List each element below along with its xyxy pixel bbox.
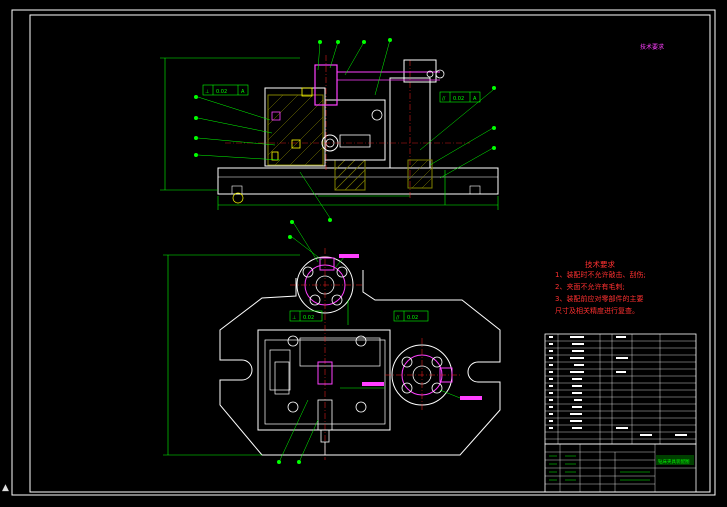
cursor-icon: ▲ xyxy=(2,483,9,493)
gdt-1-value: 0.02 xyxy=(216,89,227,95)
parts-list-table xyxy=(544,333,697,445)
inner-frame xyxy=(29,14,711,493)
gdt-3-value: 0.02 xyxy=(303,315,314,321)
tech-requirements-title: 技术要求 xyxy=(585,260,615,269)
title-block xyxy=(544,443,697,493)
outer-frame xyxy=(11,9,716,496)
gdt-2-value: 0.02 xyxy=(453,96,464,102)
top-right-mark: 技术要求 xyxy=(640,44,665,51)
gdt-1-datum: A xyxy=(241,89,245,95)
gdt-2-symbol: // xyxy=(442,96,446,102)
tech-note-3: 3、装配前应对零部件的主要 xyxy=(555,295,644,303)
gdt-1-symbol: ⊥ xyxy=(205,89,209,95)
fixture-base-outline xyxy=(219,270,501,456)
gdt-4-symbol: // xyxy=(396,315,400,321)
front-view xyxy=(160,38,499,222)
gdt-2-datum: A xyxy=(473,96,477,102)
top-view xyxy=(163,220,501,464)
gdt-3-symbol: ⊥ xyxy=(292,315,296,321)
tech-note-2: 2、夹面不允许有毛刺; xyxy=(555,283,625,291)
tech-note-4: 尺寸及相关精度进行复查。 xyxy=(555,307,639,315)
title-block-name: 钻床夹具装配图 xyxy=(658,458,690,465)
cad-drawing-canvas[interactable]: ⊥ 0.02 A // 0.02 A ⊥ 0.02 // 0.02 钻床夹具装配… xyxy=(0,0,727,507)
gdt-4-value: 0.02 xyxy=(407,315,418,321)
tech-note-1: 1、装配时不允许敲击、刮伤; xyxy=(555,271,646,279)
